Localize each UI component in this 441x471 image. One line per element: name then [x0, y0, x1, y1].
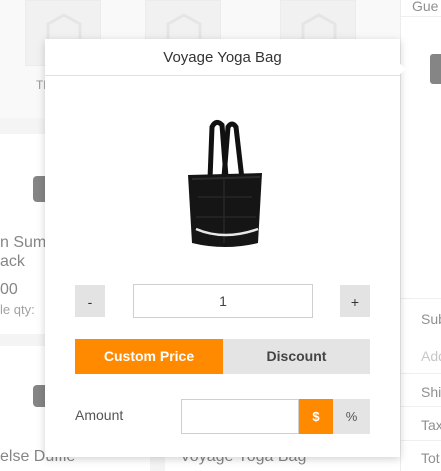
dollar-unit-button[interactable]: $	[299, 399, 333, 434]
increase-quantity-button[interactable]: +	[340, 285, 370, 317]
popup-pointer	[399, 63, 406, 75]
decrease-quantity-button[interactable]: -	[75, 285, 105, 317]
amount-input[interactable]	[181, 399, 299, 434]
amount-label: Amount	[75, 407, 124, 423]
discount-tab[interactable]: Discount	[223, 339, 370, 374]
popup-title: Voyage Yoga Bag	[45, 39, 400, 76]
percent-unit-button[interactable]: %	[333, 399, 370, 434]
product-image	[188, 119, 262, 247]
quantity-input[interactable]	[133, 284, 313, 318]
custom-price-tab[interactable]: Custom Price	[75, 339, 223, 374]
edit-item-popup: Voyage Yoga Bag - + Custom Price Discoun…	[45, 39, 400, 457]
